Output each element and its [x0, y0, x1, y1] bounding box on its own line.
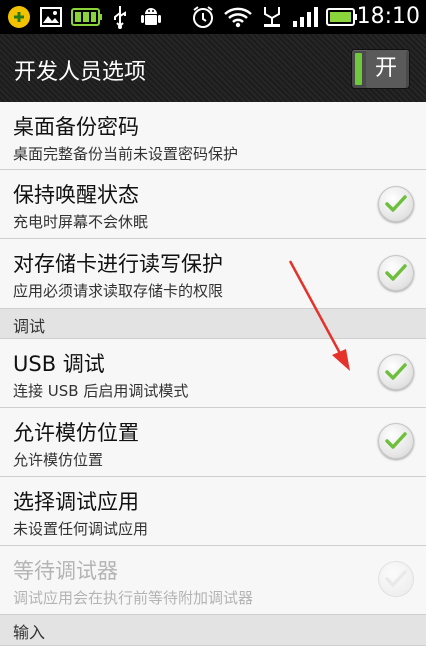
list-item-select-debug-app[interactable]: 选择调试应用 未设置任何调试应用: [0, 477, 426, 546]
item-subtitle: 充电时屏幕不会休眠: [13, 213, 149, 231]
usb-icon: [109, 5, 131, 29]
item-title: USB 调试: [13, 352, 105, 376]
checkmark-icon: [385, 432, 407, 449]
section-header-input: 输入: [0, 615, 426, 646]
section-header-debugging: 调试: [0, 309, 426, 339]
wait-for-debugger-checkbox: [378, 561, 414, 597]
item-subtitle: 调试应用会在执行前等待附加调试器: [13, 589, 254, 607]
signal-icon: [290, 5, 322, 29]
battery-icon: [326, 5, 358, 29]
usb-debugging-checkbox[interactable]: [378, 354, 414, 390]
item-subtitle: 未设置任何调试应用: [13, 520, 149, 538]
list-item-wait-for-debugger: 等待调试器 调试应用会在执行前等待附加调试器: [0, 546, 426, 615]
item-title: 桌面备份密码: [13, 115, 139, 139]
item-title: 允许模仿位置: [13, 421, 139, 445]
checkmark-icon: [385, 363, 407, 380]
status-bar: 18:10: [0, 0, 426, 34]
usb-charging-icon: [260, 5, 284, 29]
section-label: 输入: [13, 623, 46, 642]
item-subtitle: 应用必须请求读取存储卡的权限: [13, 282, 224, 300]
mock-locations-checkbox[interactable]: [378, 423, 414, 459]
checkmark-icon: [385, 570, 407, 587]
sd-card-protection-checkbox[interactable]: [378, 255, 414, 291]
wifi-icon: [222, 5, 254, 29]
stay-awake-checkbox[interactable]: [378, 186, 414, 222]
developer-options-toggle[interactable]: 开: [352, 50, 409, 88]
app-store-icon: [6, 5, 32, 29]
page-title: 开发人员选项: [14, 60, 147, 85]
item-subtitle: 桌面完整备份当前未设置密码保护: [13, 145, 239, 163]
item-subtitle: 允许模仿位置: [13, 451, 104, 469]
alarm-clock-icon: [190, 5, 216, 29]
list-item-sd-card-protection[interactable]: 对存储卡进行读写保护 应用必须请求读取存储卡的权限: [0, 239, 426, 309]
clock-time: 18:10: [356, 4, 420, 29]
item-title: 保持唤醒状态: [13, 183, 139, 207]
item-title: 选择调试应用: [13, 490, 139, 514]
image-icon: [38, 5, 64, 29]
list-item-usb-debugging[interactable]: USB 调试 连接 USB 后启用调试模式: [0, 339, 426, 408]
toggle-label: 开: [366, 50, 406, 88]
checkmark-icon: [385, 195, 407, 212]
checkmark-icon: [385, 264, 407, 281]
list-item-allow-mock-locations[interactable]: 允许模仿位置 允许模仿位置: [0, 408, 426, 477]
list-item-stay-awake[interactable]: 保持唤醒状态 充电时屏幕不会休眠: [0, 170, 426, 239]
battery-saver-icon: [70, 5, 104, 29]
item-subtitle: 连接 USB 后启用调试模式: [13, 382, 189, 400]
section-label: 调试: [13, 317, 46, 336]
item-title: 等待调试器: [13, 559, 118, 583]
android-debug-icon: [138, 5, 164, 29]
annotation-arrow-icon: [288, 260, 350, 371]
list-item-desktop-backup-password[interactable]: 桌面备份密码 桌面完整备份当前未设置密码保护: [0, 102, 426, 170]
toggle-indicator: [355, 53, 362, 85]
item-title: 对存储卡进行读写保护: [13, 252, 223, 276]
